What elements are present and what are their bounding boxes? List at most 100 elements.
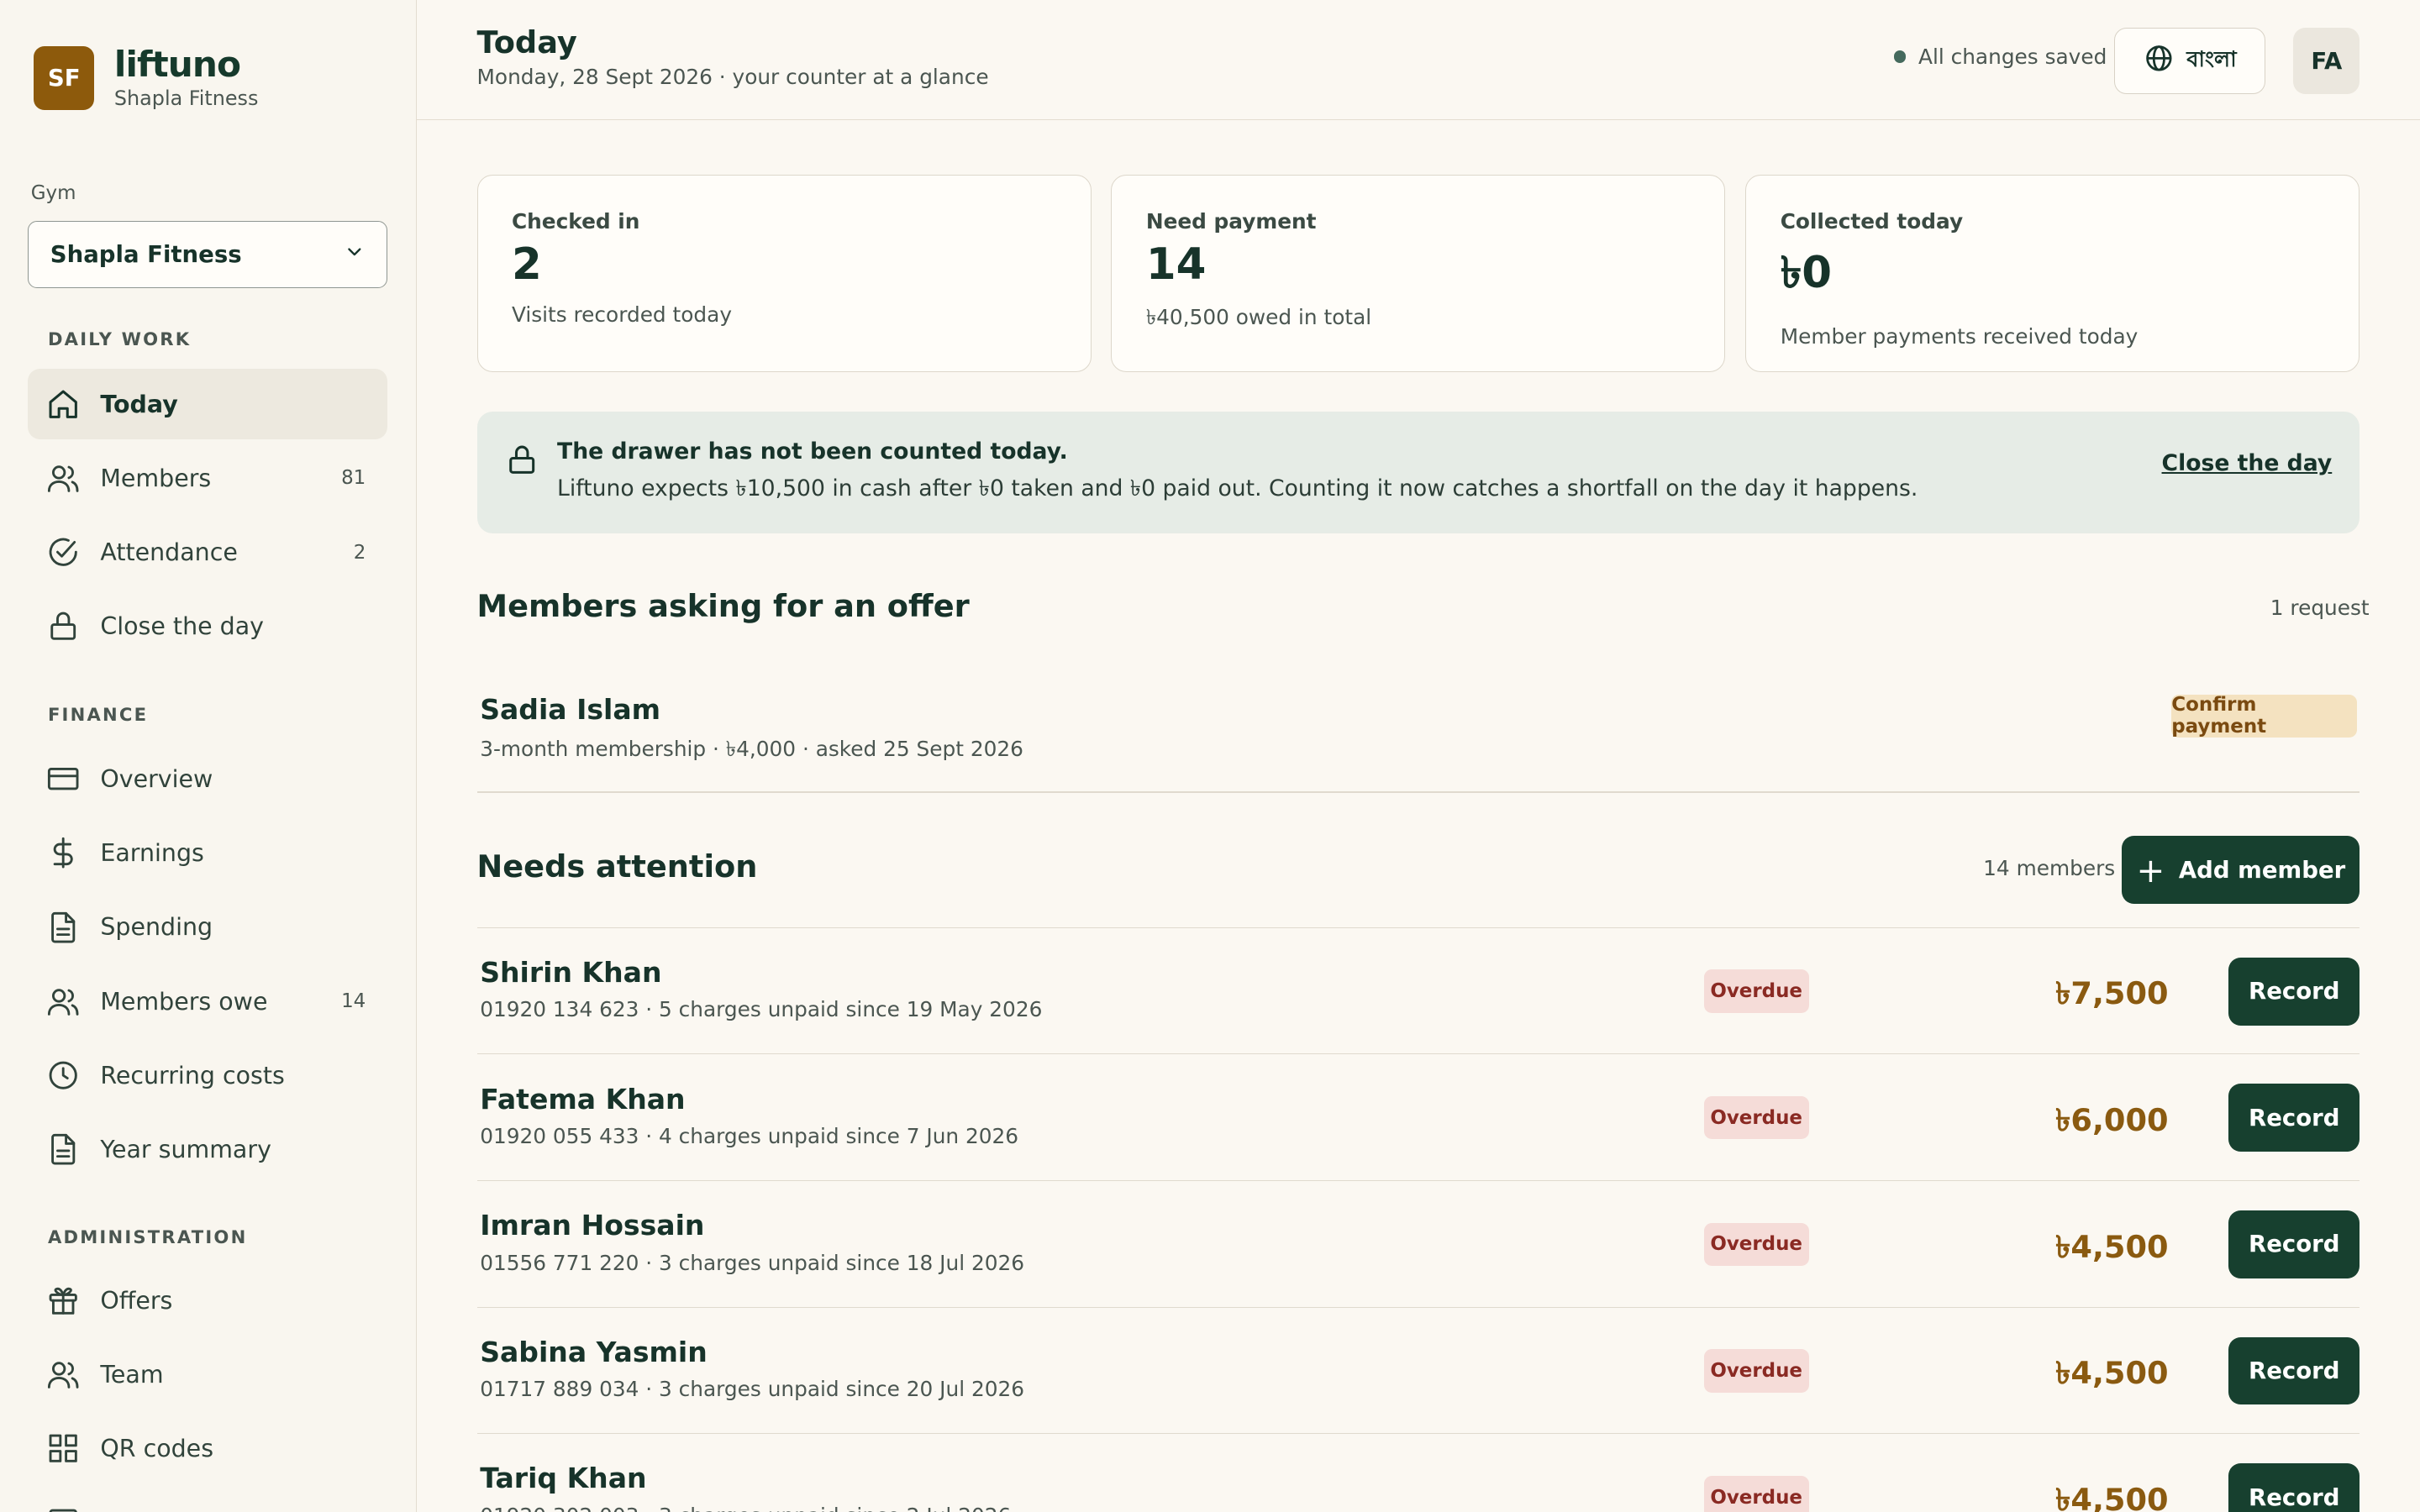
sidebar-item-team[interactable]: Team	[28, 1339, 387, 1410]
offers-count: 1 request	[2270, 595, 2370, 620]
sidebar-item-today[interactable]: Today	[28, 368, 387, 440]
top-header: Today Monday, 28 Sept 2026 · your counte…	[416, 0, 2420, 121]
sidebar-item-earnings[interactable]: Earnings	[28, 817, 387, 888]
table-row[interactable]: Sabina Yasmin 01717 889 034 · 3 charges …	[476, 1306, 2360, 1434]
status-dot-icon	[1893, 50, 1907, 64]
record-button[interactable]: Record	[2228, 1336, 2360, 1405]
users-icon	[46, 461, 80, 495]
page-subtitle: Monday, 28 Sept 2026 · your counter at a…	[476, 65, 989, 90]
check-circle-icon	[46, 535, 80, 569]
stat-label: Checked in	[511, 208, 640, 234]
table-row[interactable]: Tariq Khan 01920 302 003 · 3 charges unp…	[476, 1433, 2360, 1512]
amount-owed: ৳4,500	[2055, 1228, 2169, 1265]
sidebar-item-label: Recurring costs	[100, 1061, 285, 1089]
member-detail: 01717 889 034 · 3 charges unpaid since 2…	[480, 1377, 1025, 1402]
member-name: Imran Hossain	[480, 1209, 705, 1242]
sidebar-item-label: Offers	[100, 1286, 173, 1315]
amount-owed: ৳4,500	[2055, 1481, 2169, 1512]
attention-section-title: Needs attention	[476, 848, 758, 885]
sidebar-item-label: Team	[100, 1360, 164, 1389]
stat-card-checked-in: Checked in 2 Visits recorded today	[476, 174, 1092, 372]
lock-icon	[505, 443, 539, 482]
gym-logo: SF	[34, 46, 95, 110]
sidebar-item-close-the-day[interactable]: Close the day	[28, 591, 387, 661]
users-icon	[46, 984, 80, 1018]
language-label: বাংলা	[2186, 47, 2237, 73]
amount-owed: ৳4,500	[2055, 1355, 2169, 1392]
gym-select[interactable]: Shapla Fitness	[28, 220, 387, 289]
member-detail: 01920 055 433 · 4 charges unpaid since 7…	[480, 1124, 1019, 1149]
section-title-finance: FINANCE	[47, 703, 149, 725]
record-button[interactable]: Record	[2228, 1084, 2360, 1152]
lock-icon	[46, 609, 80, 643]
member-detail: 01920 134 623 · 5 charges unpaid since 1…	[480, 997, 1043, 1022]
stat-value: 14	[1145, 239, 1207, 291]
status-badge: Overdue	[1703, 1349, 1809, 1393]
document-icon	[46, 1132, 80, 1166]
table-row[interactable]: Fatema Khan 01920 055 433 · 4 charges un…	[476, 1053, 2360, 1180]
table-row[interactable]: Imran Hossain 01556 771 220 · 3 charges …	[476, 1180, 2360, 1307]
offer-detail: 3-month membership · ৳4,000 · asked 25 S…	[480, 737, 1023, 762]
gift-icon	[46, 1284, 80, 1317]
stat-note: ৳40,500 owed in total	[1145, 304, 1372, 329]
sidebar-item-offers[interactable]: Offers	[28, 1265, 387, 1336]
confirm-payment-button[interactable]: Confirm payment	[2171, 694, 2357, 738]
save-status: All changes saved	[1893, 45, 2107, 70]
member-name: Shirin Khan	[480, 955, 662, 989]
gym-select-label: Gym	[30, 181, 76, 204]
status-badge: Overdue	[1703, 1222, 1809, 1267]
amount-owed: ৳7,500	[2055, 975, 2169, 1012]
home-icon	[46, 387, 80, 421]
offers-section-title: Members asking for an offer	[476, 587, 970, 624]
sidebar-item-label: QR codes	[100, 1435, 214, 1463]
sidebar-item-year-summary[interactable]: Year summary	[28, 1114, 387, 1184]
section-title-administration: ADMINISTRATION	[47, 1226, 248, 1248]
sidebar-item-overview[interactable]: Overview	[28, 743, 387, 814]
sidebar-item-attendance[interactable]: Attendance 2	[28, 517, 387, 587]
globe-icon	[2144, 43, 2186, 80]
attention-count: 14 members	[1983, 856, 2116, 881]
user-avatar[interactable]: FA	[2293, 28, 2360, 95]
table-row[interactable]: Shirin Khan 01920 134 623 · 5 charges un…	[476, 927, 2360, 1054]
status-badge: Overdue	[1703, 1475, 1809, 1512]
banner-text: Liftuno expects ৳10,500 in cash after ৳0…	[557, 475, 1918, 502]
sidebar-item-members[interactable]: Members 81	[28, 443, 387, 513]
sidebar-item-partial[interactable]	[28, 1488, 387, 1512]
gym-name: Shapla Fitness	[113, 86, 259, 110]
document-icon	[46, 1506, 80, 1512]
sidebar-item-label: Earnings	[100, 839, 204, 868]
stat-note: Member payments received today	[1780, 323, 2139, 349]
close-the-day-link[interactable]: Close the day	[2162, 450, 2333, 476]
language-button[interactable]: বাংলা	[2114, 28, 2266, 95]
record-button[interactable]: Record	[2228, 1210, 2360, 1278]
count-badge: 14	[341, 990, 366, 1012]
divider	[476, 791, 2360, 794]
save-status-text: All changes saved	[1918, 45, 2107, 70]
drawer-banner: The drawer has not been counted today. L…	[476, 412, 2360, 534]
add-member-button[interactable]: + Add member	[2122, 836, 2360, 905]
sidebar-item-label: Today	[100, 390, 178, 418]
document-icon	[46, 911, 80, 944]
stat-label: Need payment	[1145, 208, 1317, 234]
offer-member-name[interactable]: Sadia Islam	[480, 693, 660, 726]
sidebar-item-label: Year summary	[100, 1135, 271, 1163]
gym-select-value: Shapla Fitness	[50, 241, 242, 269]
record-button[interactable]: Record	[2228, 957, 2360, 1026]
sidebar-item-label: Overview	[100, 765, 213, 794]
sidebar-item-members-owe[interactable]: Members owe 14	[28, 966, 387, 1037]
stat-card-collected-today: Collected today ৳0 Member payments recei…	[1745, 174, 2360, 372]
sidebar: SF liftuno Shapla Fitness Gym Shapla Fit…	[0, 0, 417, 1512]
brand[interactable]: SF liftuno Shapla Fitness	[34, 46, 258, 110]
sidebar-item-label: Members	[100, 464, 212, 492]
amount-owed: ৳6,000	[2055, 1102, 2169, 1139]
status-badge: Overdue	[1703, 1096, 1809, 1140]
app-name: liftuno	[113, 44, 241, 86]
sidebar-item-label: Members owe	[100, 987, 268, 1016]
sidebar-item-qr-codes[interactable]: QR codes	[28, 1413, 387, 1483]
sidebar-item-recurring-costs[interactable]: Recurring costs	[28, 1040, 387, 1110]
record-button[interactable]: Record	[2228, 1463, 2360, 1512]
count-badge: 81	[341, 467, 366, 490]
page-title: Today	[476, 24, 577, 61]
member-name: Sabina Yasmin	[480, 1335, 708, 1368]
sidebar-item-spending[interactable]: Spending	[28, 892, 387, 963]
